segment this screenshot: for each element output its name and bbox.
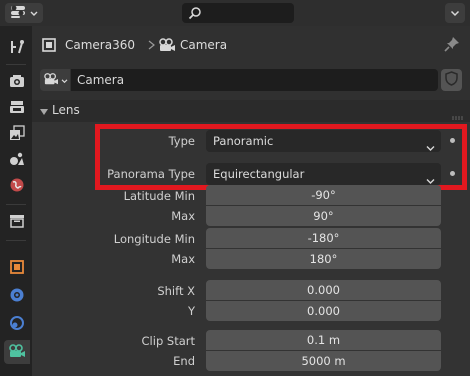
tab-separator: [6, 64, 26, 65]
tab-modifier[interactable]: [4, 284, 30, 308]
object-name: Camera360: [65, 38, 135, 52]
clip-start-field[interactable]: 0.1 m: [206, 330, 441, 350]
latitude-max-label: Max: [171, 209, 195, 223]
lens-panel-header[interactable]: Lens: [32, 100, 470, 122]
editor-type-button[interactable]: [5, 3, 43, 23]
tab-separator: [6, 204, 26, 205]
drag-grip-icon[interactable]: [452, 109, 464, 123]
tab-physics[interactable]: [4, 312, 30, 336]
camera-data-icon: [8, 343, 26, 362]
shift-y-label: Y: [187, 304, 195, 318]
clip-end-label: End: [173, 354, 195, 368]
data-name-crumb: Camera: [180, 38, 228, 52]
tab-scene[interactable]: [4, 148, 30, 172]
collection-icon: [9, 213, 25, 232]
world-icon: [9, 177, 25, 196]
fake-user-button[interactable]: [441, 69, 462, 91]
tab-object[interactable]: [4, 256, 30, 280]
object-icon: [9, 259, 25, 278]
chevron-down-icon: [61, 73, 68, 87]
longitude-max-field[interactable]: 180°: [206, 249, 441, 269]
latitude-min-field[interactable]: -90°: [206, 185, 441, 205]
physics-icon: [9, 315, 25, 334]
clip-end-field[interactable]: 5000 m: [206, 351, 441, 371]
properties-tab-bar: [0, 26, 32, 376]
render-icon: [9, 73, 25, 92]
view-layer-icon: [9, 124, 25, 144]
longitude-min-field[interactable]: -180°: [206, 228, 441, 248]
expand-arrow-icon: [40, 105, 48, 119]
properties-editor-icon: [10, 5, 26, 22]
shift-x-field[interactable]: 0.000: [206, 280, 441, 300]
tab-collection[interactable]: [4, 210, 30, 234]
collapse-button[interactable]: [445, 3, 465, 23]
object-icon: [42, 38, 56, 55]
tab-separator: [6, 240, 26, 241]
modifier-icon: [9, 287, 25, 306]
browse-camera-button[interactable]: [40, 69, 70, 91]
tab-tool[interactable]: [4, 36, 30, 60]
breadcrumb: Camera360 Camera: [32, 26, 470, 64]
shield-icon: [445, 71, 458, 89]
search-input[interactable]: [182, 3, 294, 23]
tab-world[interactable]: [4, 174, 30, 198]
camera-data-icon: [158, 37, 176, 56]
latitude-min-label: Latitude Min: [123, 189, 195, 203]
tab-output[interactable]: [4, 96, 30, 120]
chevron-down-icon: [30, 6, 38, 20]
annotation-highlight-box: [95, 124, 467, 190]
breadcrumb-arrow-icon: [147, 38, 157, 55]
pin-icon[interactable]: [444, 36, 460, 55]
shift-y-field[interactable]: 0.000: [206, 301, 441, 321]
shift-x-label: Shift X: [157, 284, 195, 298]
chevron-down-icon: [450, 6, 460, 20]
longitude-max-label: Max: [171, 252, 195, 266]
output-icon: [9, 99, 25, 118]
datablock-name-field[interactable]: Camera: [71, 69, 438, 91]
longitude-min-label: Longitude Min: [113, 232, 195, 246]
tool-icon: [9, 39, 25, 58]
scene-icon: [9, 151, 25, 170]
latitude-max-field[interactable]: 90°: [206, 206, 441, 226]
tab-view-layer[interactable]: [4, 122, 30, 146]
camera-data-icon: [43, 72, 59, 89]
clip-start-label: Clip Start: [141, 334, 195, 348]
datablock-selector: Camera: [40, 69, 462, 91]
tab-camera-data[interactable]: [4, 340, 30, 364]
top-bar: [0, 0, 470, 26]
panel-title: Lens: [52, 103, 80, 117]
tab-render[interactable]: [4, 70, 30, 94]
